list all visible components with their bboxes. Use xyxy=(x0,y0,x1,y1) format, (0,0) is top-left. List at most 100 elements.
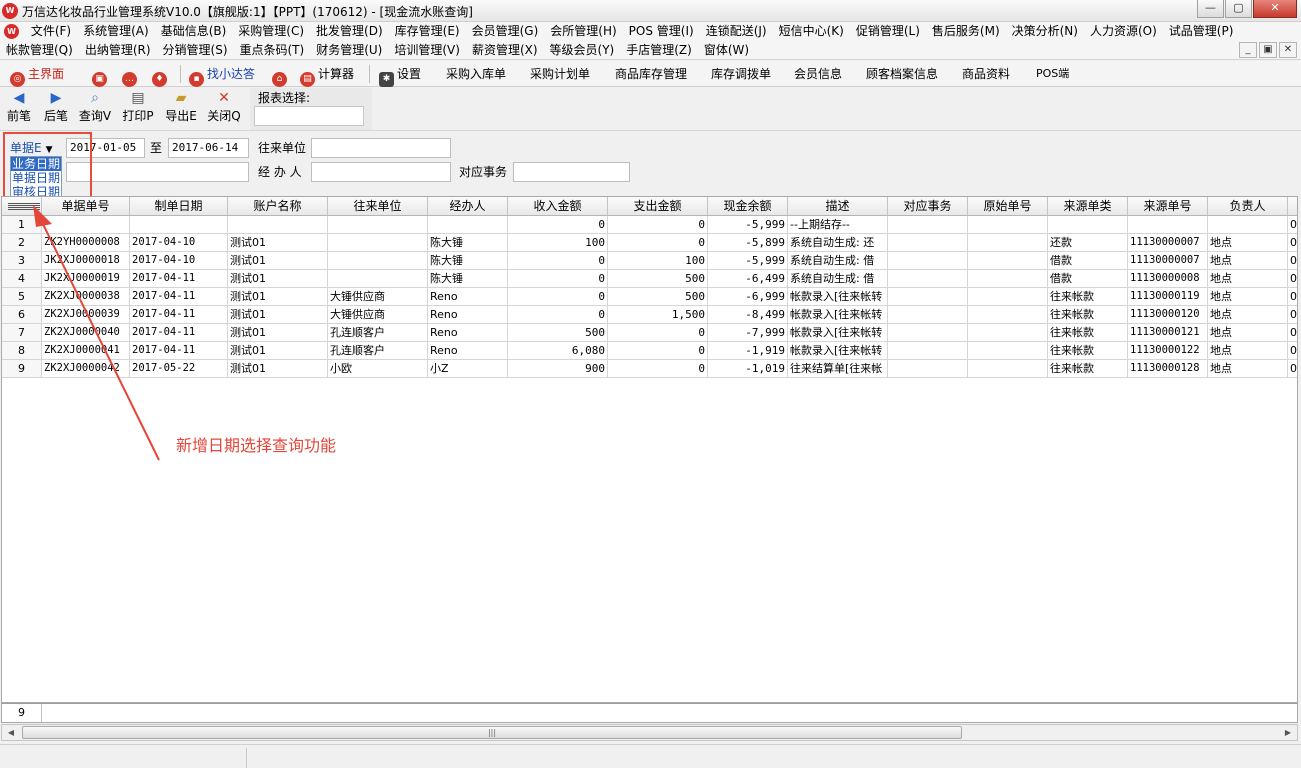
row-number-cell[interactable]: 1 xyxy=(2,216,42,234)
table-cell-extra[interactable]: 0 xyxy=(1288,306,1297,324)
table-cell-income[interactable]: 500 xyxy=(508,324,608,342)
table-cell-balance[interactable]: -1,019 xyxy=(708,360,788,378)
table-cell-affair[interactable] xyxy=(888,216,968,234)
table-cell-account[interactable] xyxy=(228,216,328,234)
menu-pos[interactable]: POS 管理(I) xyxy=(623,22,700,41)
table-cell-create-date[interactable]: 2017-04-11 xyxy=(130,306,228,324)
table-cell-owner[interactable]: 地点 xyxy=(1208,360,1288,378)
column-header-affair[interactable]: 对应事务 xyxy=(888,197,968,216)
table-cell-handler[interactable]: Reno xyxy=(428,342,508,360)
table-cell-handler[interactable]: 陈大锤 xyxy=(428,252,508,270)
table-cell-orig-no[interactable] xyxy=(968,288,1048,306)
table-cell-handler[interactable]: Reno xyxy=(428,288,508,306)
row-number-cell[interactable]: 7 xyxy=(2,324,42,342)
calculator-button[interactable]: ▤ 计算器 xyxy=(300,64,354,87)
column-header-handler[interactable]: 经办人 xyxy=(428,197,508,216)
table-cell-source-no[interactable]: 11130000120 xyxy=(1128,306,1208,324)
menu-decision[interactable]: 决策分析(N) xyxy=(1006,22,1084,41)
table-cell-extra[interactable]: 0 xyxy=(1288,252,1297,270)
horizontal-scrollbar[interactable]: ◀ ||| ▶ xyxy=(1,724,1298,741)
table-cell-source-no[interactable] xyxy=(1128,216,1208,234)
menu-cashier[interactable]: 出纳管理(R) xyxy=(79,41,157,59)
table-cell-doc-no[interactable]: JK2XJ0000018 xyxy=(42,252,130,270)
column-header-source-no[interactable]: 来源单号 xyxy=(1128,197,1208,216)
affair-input[interactable] xyxy=(513,162,630,182)
link-purchase-plan[interactable]: 采购计划单 xyxy=(530,64,590,84)
table-cell-extra[interactable]: 0 xyxy=(1288,216,1297,234)
shield-button[interactable]: ♦ xyxy=(152,64,170,87)
row-number-cell[interactable]: 3 xyxy=(2,252,42,270)
table-cell-expense[interactable]: 500 xyxy=(608,270,708,288)
table-cell-balance[interactable]: -5,999 xyxy=(708,252,788,270)
query-button[interactable]: ⌕ 查询V xyxy=(77,89,113,124)
table-cell-source-type[interactable]: 往来帐款 xyxy=(1048,306,1128,324)
table-cell-create-date[interactable]: 2017-04-11 xyxy=(130,342,228,360)
table-cell-account[interactable]: 测试01 xyxy=(228,252,328,270)
table-cell-balance[interactable]: -7,999 xyxy=(708,324,788,342)
menu-file[interactable]: 文件(F) xyxy=(25,22,77,41)
table-cell-orig-no[interactable] xyxy=(968,324,1048,342)
table-cell-doc-no[interactable]: ZK2XJ0000041 xyxy=(42,342,130,360)
table-cell-create-date[interactable]: 2017-04-11 xyxy=(130,270,228,288)
menu-window[interactable]: 窗体(W) xyxy=(698,41,755,59)
row-number-cell[interactable]: 5 xyxy=(2,288,42,306)
column-header-expense[interactable]: 支出金额 xyxy=(608,197,708,216)
link-stock-transfer[interactable]: 库存调拨单 xyxy=(711,64,771,84)
table-cell-create-date[interactable]: 2017-04-10 xyxy=(130,234,228,252)
table-cell-handler[interactable]: 陈大锤 xyxy=(428,270,508,288)
table-cell-owner[interactable] xyxy=(1208,216,1288,234)
table-cell-source-type[interactable]: 往来帐款 xyxy=(1048,342,1128,360)
scroll-left-icon[interactable]: ◀ xyxy=(3,725,19,740)
table-cell-extra[interactable]: 0 xyxy=(1288,234,1297,252)
column-header-partner[interactable]: 往来单位 xyxy=(328,197,428,216)
column-header-balance[interactable]: 现金余额 xyxy=(708,197,788,216)
date-to-input[interactable]: 2017-06-14 xyxy=(168,138,249,158)
table-cell-handler[interactable]: 陈大锤 xyxy=(428,234,508,252)
table-cell-description[interactable]: 帐款录入[往来帐转 xyxy=(788,342,888,360)
table-cell-balance[interactable]: -8,499 xyxy=(708,306,788,324)
column-header-account[interactable]: 账户名称 xyxy=(228,197,328,216)
table-cell-expense[interactable]: 0 xyxy=(608,216,708,234)
link-stock-manage[interactable]: 商品库存管理 xyxy=(615,64,687,84)
second-filter-input[interactable] xyxy=(66,162,249,182)
column-header-owner[interactable]: 负责人 xyxy=(1208,197,1288,216)
table-cell-source-no[interactable]: 11130000007 xyxy=(1128,252,1208,270)
table-cell-description[interactable]: 系统自动生成: 还 xyxy=(788,234,888,252)
column-header-source-type[interactable]: 来源单类 xyxy=(1048,197,1128,216)
column-header-create-date[interactable]: 制单日期 xyxy=(130,197,228,216)
table-cell-owner[interactable]: 地点 xyxy=(1208,252,1288,270)
report-select-input[interactable] xyxy=(254,106,364,126)
table-cell-handler[interactable] xyxy=(428,216,508,234)
menu-finance[interactable]: 财务管理(U) xyxy=(310,41,388,59)
table-cell-balance[interactable]: -5,999 xyxy=(708,216,788,234)
table-cell-doc-no[interactable]: ZK2XJ0000040 xyxy=(42,324,130,342)
menu-wholesale[interactable]: 批发管理(D) xyxy=(310,22,389,41)
table-cell-partner[interactable]: 大锤供应商 xyxy=(328,306,428,324)
export-button[interactable]: ▰ 导出E xyxy=(163,89,199,124)
menu-inventory[interactable]: 库存管理(E) xyxy=(389,22,466,41)
menu-accounts[interactable]: 帐款管理(Q) xyxy=(0,41,79,59)
table-cell-doc-no[interactable]: ZK2XJ0000042 xyxy=(42,360,130,378)
table-cell-owner[interactable]: 地点 xyxy=(1208,306,1288,324)
table-cell-description[interactable]: 帐款录入[往来帐转 xyxy=(788,324,888,342)
mdi-close-button[interactable]: ✕ xyxy=(1279,42,1297,58)
menu-club[interactable]: 会所管理(H) xyxy=(544,22,622,41)
table-cell-source-type[interactable]: 借款 xyxy=(1048,252,1128,270)
lock-button[interactable]: ▣ xyxy=(92,64,110,87)
table-cell-account[interactable]: 测试01 xyxy=(228,234,328,252)
table-cell-expense[interactable]: 100 xyxy=(608,252,708,270)
row-number-cell[interactable]: 2 xyxy=(2,234,42,252)
table-cell-affair[interactable] xyxy=(888,270,968,288)
table-cell-handler[interactable]: 小Z xyxy=(428,360,508,378)
table-cell-expense[interactable]: 0 xyxy=(608,324,708,342)
table-cell-expense[interactable]: 0 xyxy=(608,234,708,252)
table-cell-doc-no[interactable]: ZK2XJ0000039 xyxy=(42,306,130,324)
table-cell-doc-no[interactable]: ZK2YH0000008 xyxy=(42,234,130,252)
row-number-cell[interactable]: 8 xyxy=(2,342,42,360)
maximize-button[interactable]: ▢ xyxy=(1225,0,1252,18)
table-cell-partner[interactable] xyxy=(328,234,428,252)
chat-button[interactable]: … xyxy=(122,64,140,87)
table-cell-income[interactable]: 0 xyxy=(508,288,608,306)
menu-promotion[interactable]: 促销管理(L) xyxy=(850,22,926,41)
table-cell-expense[interactable]: 500 xyxy=(608,288,708,306)
